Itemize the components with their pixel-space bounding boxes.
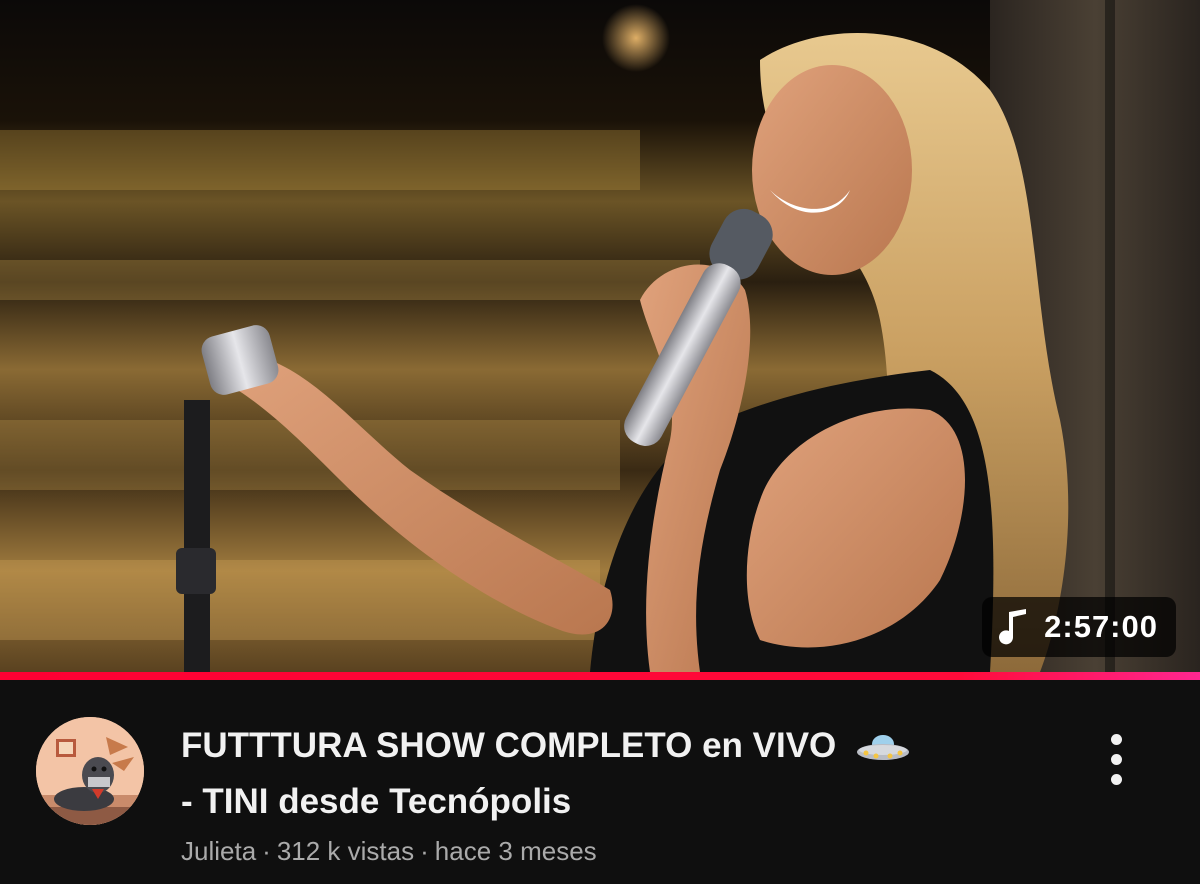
view-count: 312 k vistas [276,836,415,866]
singer-thumbnail-image [0,0,1200,672]
video-title-line2: - TINI desde Tecnópolis [181,782,572,821]
duration-text: 2:57:00 [1044,609,1158,644]
channel-avatar[interactable] [36,717,144,825]
video-title[interactable]: FUTTTURA SHOW COMPLETO en VIVO - TINI de… [181,718,1061,830]
video-subinfo: Julieta · 312 k vistas · hace 3 meses [181,836,597,867]
more-dot [1110,773,1122,785]
video-title-line1: FUTTTURA SHOW COMPLETO en VIVO [181,726,837,765]
separator: · [420,836,429,866]
more-dot [1110,753,1122,765]
more-vertical-icon[interactable] [1094,724,1138,794]
watch-progress-fill [0,672,1200,680]
upload-age: hace 3 meses [434,836,597,866]
dog-avatar-icon [36,717,144,825]
channel-name[interactable]: Julieta [181,836,256,866]
music-note-icon [999,609,1027,645]
ufo-icon [857,734,910,760]
video-meta: FUTTTURA SHOW COMPLETO en VIVO - TINI de… [0,680,1200,884]
more-dot [1110,733,1122,745]
video-thumbnail[interactable]: 2:57:00 [0,0,1200,672]
watch-progress-bar [0,672,1200,680]
separator: · [262,836,271,866]
duration-badge: 2:57:00 [982,597,1176,657]
